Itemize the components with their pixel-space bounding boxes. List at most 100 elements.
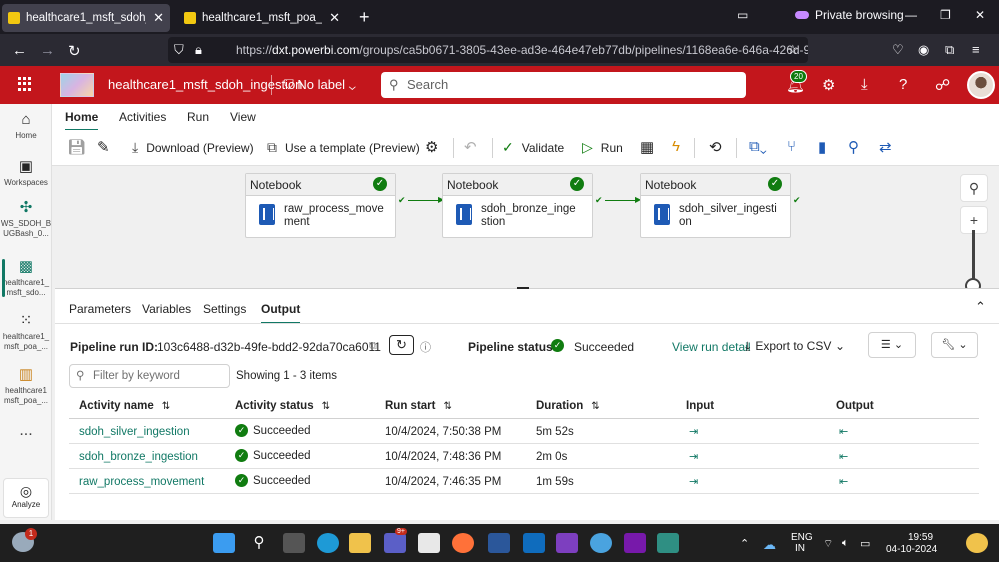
volume-icon[interactable]: 🔈︎ xyxy=(842,537,849,550)
lookup-icon[interactable]: ⚲ xyxy=(848,138,859,156)
input-icon[interactable]: ⇥ xyxy=(689,425,698,438)
column-filter-button[interactable]: ☰ ⌄ xyxy=(868,332,916,358)
task-view-icon[interactable] xyxy=(283,533,305,553)
input-icon[interactable]: ⇥ xyxy=(689,450,698,463)
output-icon[interactable]: ⇤ xyxy=(839,450,848,463)
pocket-icon[interactable]: ♡ xyxy=(892,42,904,58)
extensions-icon[interactable]: ⧉ xyxy=(945,42,954,58)
search-input[interactable]: ⚲ Search xyxy=(381,72,746,98)
new-tab-button[interactable]: + xyxy=(359,7,370,28)
input-icon[interactable]: ⇥ xyxy=(689,475,698,488)
save-icon[interactable]: 💾︎ xyxy=(67,138,86,156)
info-icon[interactable]: ⓘ xyxy=(420,339,431,355)
help-icon[interactable]: ? xyxy=(899,76,907,93)
sort-icon[interactable]: ⇅ xyxy=(162,401,170,412)
rail-more-button[interactable]: ... xyxy=(0,423,52,439)
restore-button[interactable]: ❐ xyxy=(940,8,951,22)
notebook-icon[interactable]: ▮ xyxy=(818,138,826,156)
sensitivity-label[interactable]: ⛉ No label ⌄ xyxy=(284,77,356,93)
tab-settings[interactable]: Settings xyxy=(203,302,246,316)
table-row[interactable]: sdoh_silver_ingestion ✓ Succeeded 10/4/20… xyxy=(69,419,979,444)
item-title[interactable]: healthcare1_msft_sdoh_ingestion xyxy=(108,77,302,92)
schedule-icon[interactable]: ▦ xyxy=(640,138,654,156)
activity-node[interactable]: Notebook ✓ sdoh_bronze_ingestion xyxy=(442,173,593,238)
back-icon[interactable]: ← xyxy=(12,42,27,59)
firefox-icon[interactable] xyxy=(452,533,474,553)
chevron-down-icon[interactable]: ⌄ xyxy=(835,339,845,353)
rail-item-report[interactable]: ▥ healthcare1 msft_poa_... xyxy=(0,367,52,406)
onenote-icon[interactable] xyxy=(624,533,646,553)
address-bar[interactable]: https://dxt.powerbi.com/groups/ca5b0671-… xyxy=(168,37,808,63)
tab-parameters[interactable]: Parameters xyxy=(69,302,131,316)
table-row[interactable]: sdoh_bronze_ingestion ✓ Succeeded 10/4/20… xyxy=(69,444,979,469)
shield-icon[interactable]: ⛉ xyxy=(174,42,184,58)
activity-name-link[interactable]: sdoh_bronze_ingestion xyxy=(79,451,198,463)
sort-icon[interactable]: ⇅ xyxy=(443,401,451,412)
activity-name-link[interactable]: sdoh_silver_ingestion xyxy=(79,426,190,438)
bookmark-star-icon[interactable]: ☆ xyxy=(787,42,799,58)
copy-icon[interactable]: ⧉ xyxy=(369,340,377,353)
activity-node[interactable]: Notebook ✓ raw_process_movement xyxy=(245,173,396,238)
rail-item-workspaces[interactable]: ▣ Workspaces xyxy=(0,159,52,188)
rail-item-semantic-model[interactable]: ⁙ healthcare1_ msft_poa_... xyxy=(0,313,52,352)
start-icon[interactable] xyxy=(213,533,235,553)
settings-gear-icon[interactable]: ⚙ xyxy=(822,76,835,94)
tab-output[interactable]: Output xyxy=(261,302,301,324)
avatar[interactable] xyxy=(967,71,995,99)
app-launcher-icon[interactable] xyxy=(18,77,32,91)
download-button[interactable]: ⤓ Download (Preview) xyxy=(132,139,254,156)
undo-icon[interactable]: ↶ xyxy=(464,138,477,156)
validate-button[interactable]: ✓ Validate xyxy=(502,139,564,156)
outlook-icon[interactable] xyxy=(523,533,545,553)
activity-name-link[interactable]: raw_process_movement xyxy=(79,476,204,488)
download-icon[interactable]: ⤓ xyxy=(861,76,868,93)
chevron-up-icon[interactable]: ⌃ xyxy=(740,537,749,550)
close-icon[interactable]: ✕ xyxy=(153,10,164,26)
use-template-button[interactable]: ⧉ Use a template (Preview) xyxy=(267,139,420,156)
store-icon[interactable] xyxy=(418,533,440,553)
export-csv-button[interactable]: ⤓ Export to CSV xyxy=(745,339,831,354)
sticky-notes-icon[interactable] xyxy=(657,533,679,553)
clock-date[interactable]: 04-10-2024 xyxy=(886,544,937,555)
pipeline-canvas[interactable]: Notebook✓ raw_process_movement ✔ ▶ Noteb… xyxy=(52,166,999,294)
canvas-search-button[interactable]: ⚲ xyxy=(960,174,988,202)
rail-item-home[interactable]: ⌂ Home xyxy=(0,112,52,141)
minimize-button[interactable]: — xyxy=(905,8,917,22)
zoom-slider-track[interactable] xyxy=(972,230,975,285)
battery-icon[interactable]: ▭ xyxy=(860,537,870,550)
notification-center-icon[interactable] xyxy=(966,533,988,553)
edge-icon[interactable] xyxy=(317,533,339,553)
account-icon[interactable]: ◉ xyxy=(918,42,929,58)
tab-list-icon[interactable]: ▭ xyxy=(737,8,748,22)
tab-run[interactable]: Run xyxy=(187,110,209,124)
share-feedback-icon[interactable]: ☍ xyxy=(935,76,950,94)
onedrive-icon[interactable]: ☁ xyxy=(763,537,776,553)
panel-resize-handle[interactable] xyxy=(517,287,529,289)
teams-activity-icon[interactable]: ⇄ xyxy=(879,138,892,156)
run-button[interactable]: ▷ Run xyxy=(582,139,623,156)
column-header[interactable]: Activity name ⇅ xyxy=(79,400,170,412)
clock-time[interactable]: 19:59 xyxy=(908,532,933,543)
column-header[interactable]: Run start ⇅ xyxy=(385,400,452,412)
tools-button[interactable]: 🔧︎ ⌄ xyxy=(931,332,978,358)
refresh-button[interactable]: ↻ xyxy=(389,335,414,355)
rail-item-pipeline[interactable]: ▩ healthcare1_ msft_sdo... xyxy=(0,259,52,298)
copy-data-icon[interactable]: ⧉⌄ xyxy=(749,138,767,155)
language-indicator[interactable]: ENG IN xyxy=(791,532,813,554)
maps-icon[interactable] xyxy=(590,533,612,553)
save-as-icon[interactable]: ✎ xyxy=(97,138,110,156)
reload-icon[interactable]: ↻ xyxy=(68,42,81,60)
settings-gear-icon[interactable]: ⚙ xyxy=(425,138,438,156)
trigger-icon[interactable]: ϟ xyxy=(672,138,680,155)
teams-icon[interactable] xyxy=(384,533,406,553)
close-icon[interactable]: ✕ xyxy=(329,10,340,26)
forward-icon[interactable]: → xyxy=(40,42,55,59)
browser-tab-active[interactable]: healthcare1_msft_sdoh_ingestio ✕ xyxy=(2,4,170,32)
menu-icon[interactable]: ≡ xyxy=(972,42,980,57)
lock-icon[interactable]: 🔒︎ xyxy=(195,42,202,58)
activity-node[interactable]: Notebook ✓ sdoh_silver_ingestion xyxy=(640,173,791,238)
private-firefox-icon[interactable] xyxy=(556,533,578,553)
output-icon[interactable]: ⇤ xyxy=(839,425,848,438)
column-header[interactable]: Activity status ⇅ xyxy=(235,400,330,412)
column-header[interactable]: Duration ⇅ xyxy=(536,400,600,412)
